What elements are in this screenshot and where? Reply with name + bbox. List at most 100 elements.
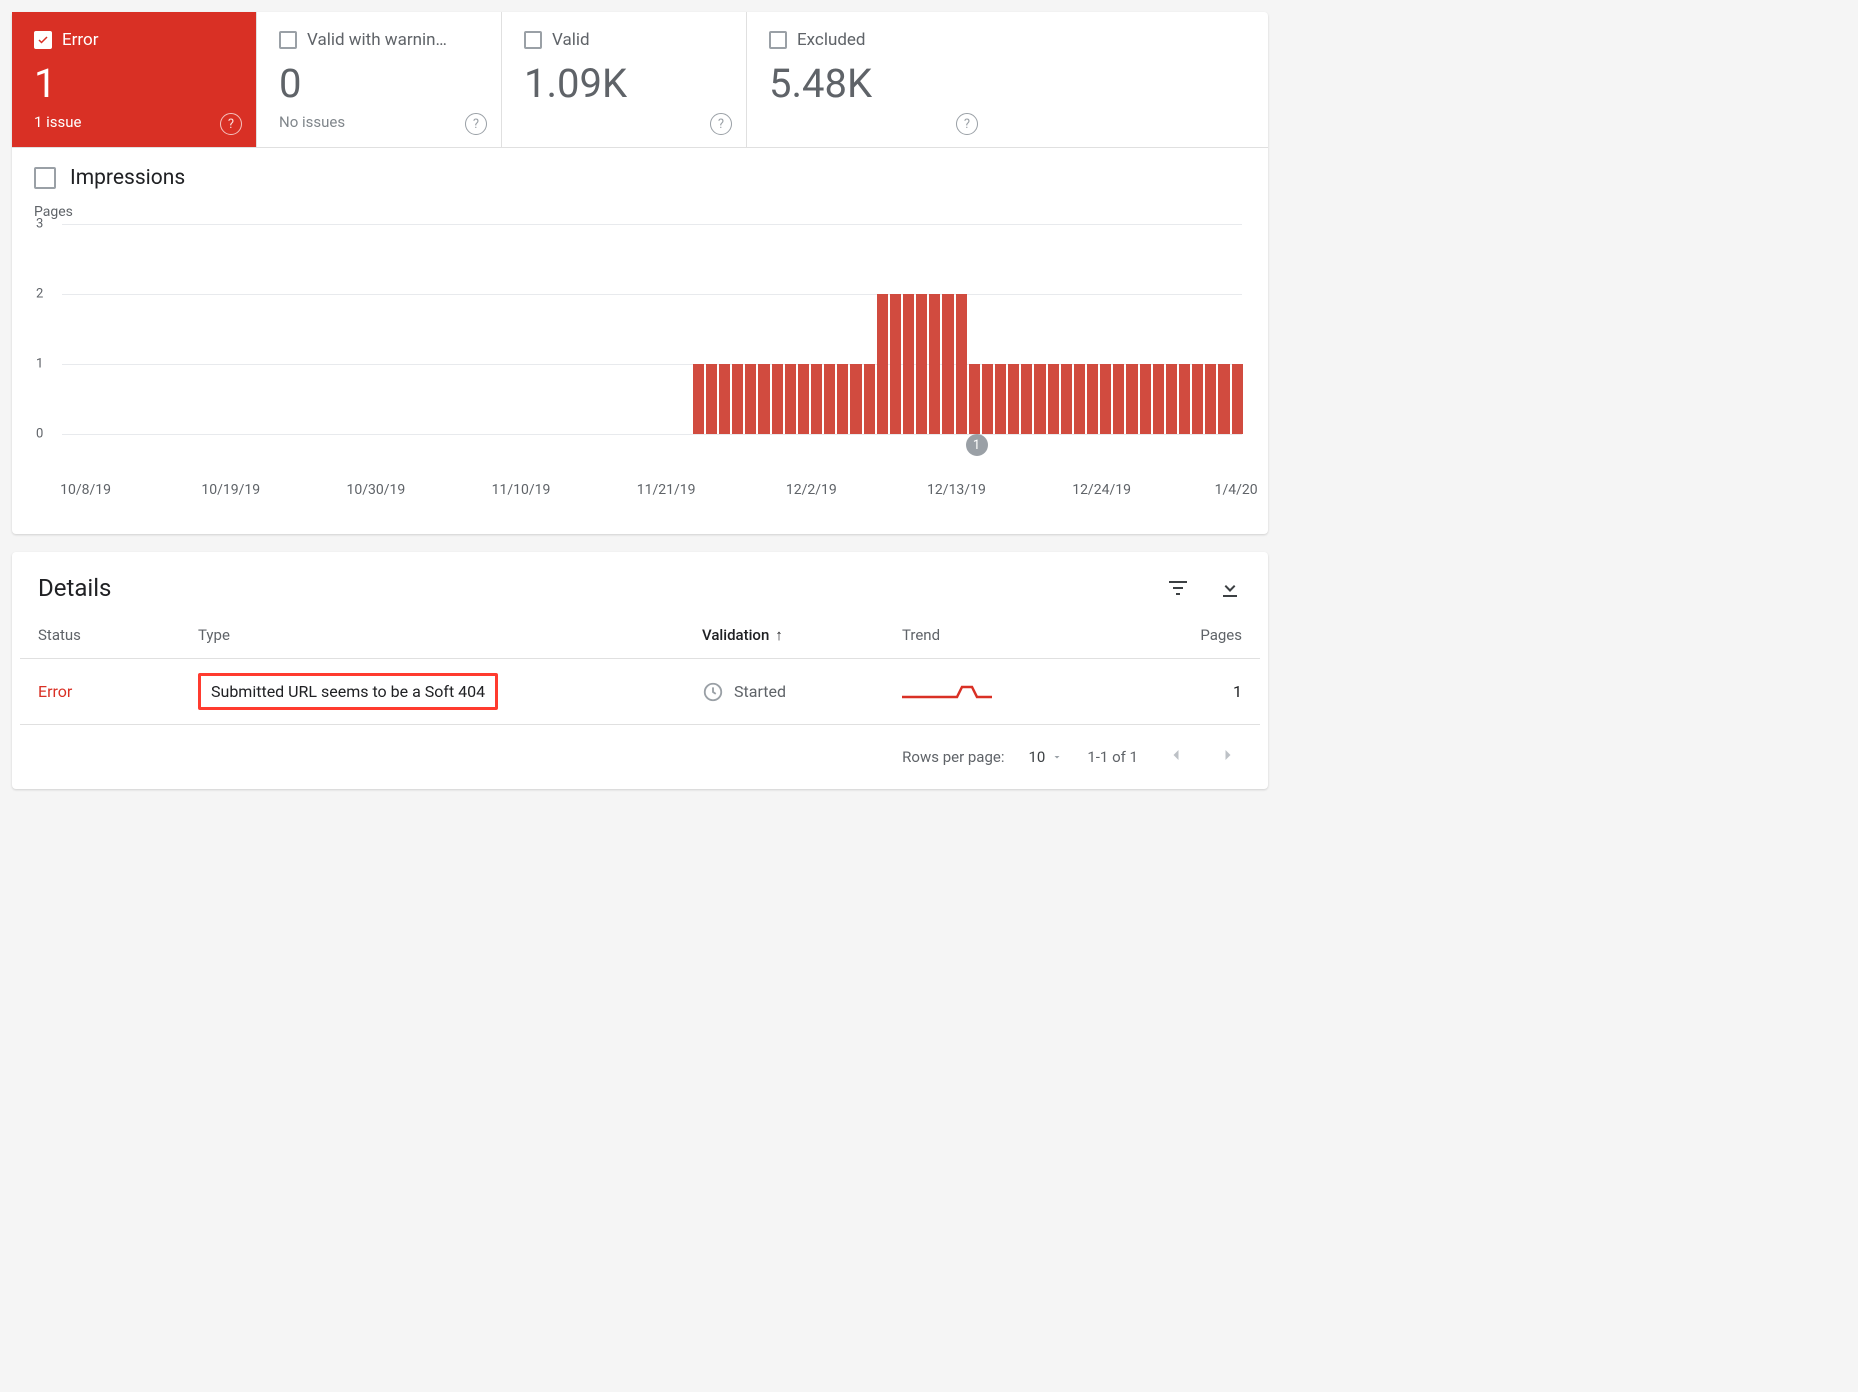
details-header: Details [12,552,1268,612]
bar [719,364,730,434]
bar [1153,364,1164,434]
bar [1218,364,1229,434]
x-tick: 10/8/19 [60,482,111,498]
bar [811,364,822,434]
tab-error[interactable]: Error 1 1 issue? [12,12,257,147]
col-validation[interactable]: Validation ↑ [702,626,902,644]
help-icon[interactable]: ? [465,113,487,135]
bar [969,364,980,434]
tab-value: 0 [279,60,479,107]
details-card: Details Status Type Validation ↑ Trend P… [12,552,1268,789]
bar [1100,364,1111,434]
bar [745,364,756,434]
bar [890,294,901,434]
rows-per-page-select[interactable]: 10 [1028,748,1063,766]
help-icon[interactable]: ? [710,113,732,135]
bar [706,364,717,434]
table-row[interactable]: ErrorSubmitted URL seems to be a Soft 40… [20,659,1260,725]
chart-event-marker[interactable]: 1 [966,434,988,456]
bar [1179,364,1190,434]
tab-valid[interactable]: Valid 1.09K? [502,12,747,147]
tab-value: 5.48K [769,60,970,107]
bar [929,294,940,434]
bar [995,364,1006,434]
issue-type-highlight: Submitted URL seems to be a Soft 404 [198,673,498,710]
bar [1166,364,1177,434]
bar [982,364,993,434]
bar [942,294,953,434]
clock-icon [702,681,724,703]
dropdown-icon [1051,751,1063,763]
checkbox-icon [279,31,297,49]
download-icon[interactable] [1218,576,1242,600]
y-tick: 0 [36,427,43,442]
details-actions [1166,576,1242,600]
table-pager: Rows per page: 10 1-1 of 1 [12,725,1268,789]
bar [850,364,861,434]
tab-subtext: 1 issue [34,113,234,131]
table-header-row: Status Type Validation ↑ Trend Pages [20,612,1260,659]
prev-page-button[interactable] [1162,741,1190,773]
bar [785,364,796,434]
sort-arrow-icon: ↑ [775,626,783,644]
bar [864,364,875,434]
bar [1192,364,1203,434]
tab-valid-with-warnin-[interactable]: Valid with warnin…0No issues? [257,12,502,147]
page-range: 1-1 of 1 [1087,748,1138,766]
bar [1008,364,1019,434]
cell-type: Submitted URL seems to be a Soft 404 [198,673,702,710]
bar [956,294,967,434]
cell-status: Error [38,682,198,701]
bar [1140,364,1151,434]
filter-icon[interactable] [1166,576,1190,600]
x-tick: 11/10/19 [492,482,551,498]
col-type[interactable]: Type [198,626,702,644]
col-trend[interactable]: Trend [902,626,1122,644]
impressions-label: Impressions [70,166,185,190]
tab-label: Valid with warnin… [307,30,447,50]
bar [1232,364,1243,434]
x-tick: 1/4/20 [1215,482,1258,498]
chart-ylabel: Pages [34,204,1246,220]
bar [1205,364,1216,434]
y-tick: 2 [36,286,43,301]
x-tick: 12/2/19 [786,482,837,498]
pages-bar-chart: 0123 [62,224,1242,434]
x-tick: 12/13/19 [927,482,986,498]
chart-area: Pages 0123 1 10/8/1910/19/1910/30/1911/1… [12,194,1268,534]
bar [824,364,835,434]
tab-label: Valid [552,30,590,50]
trend-sparkline [902,677,992,703]
bar [877,294,888,434]
x-tick: 12/24/19 [1072,482,1131,498]
bar [916,294,927,434]
y-tick: 3 [36,217,43,232]
cell-trend [902,677,1122,707]
bar [798,364,809,434]
tab-value: 1 [34,60,234,107]
tab-label: Error [62,30,98,50]
bar [1074,364,1085,434]
bar [693,364,704,434]
details-table: Status Type Validation ↑ Trend Pages Err… [12,612,1268,725]
bar [1087,364,1098,434]
col-pages[interactable]: Pages [1122,626,1242,644]
impressions-checkbox[interactable] [34,167,56,189]
help-icon[interactable]: ? [220,113,242,135]
bar [903,294,914,434]
checkbox-icon [769,31,787,49]
cell-validation: Started [702,681,902,703]
bar [1061,364,1072,434]
help-icon[interactable]: ? [956,113,978,135]
bar [732,364,743,434]
x-tick: 11/21/19 [637,482,696,498]
next-page-button[interactable] [1214,741,1242,773]
checkbox-icon [34,31,52,49]
checkbox-icon [524,31,542,49]
col-status[interactable]: Status [38,626,198,644]
impressions-toggle-row: Impressions [12,148,1268,194]
tab-label: Excluded [797,30,866,50]
tab-excluded[interactable]: Excluded 5.48K? [747,12,992,147]
tab-value: 1.09K [524,60,724,107]
bar [1034,364,1045,434]
